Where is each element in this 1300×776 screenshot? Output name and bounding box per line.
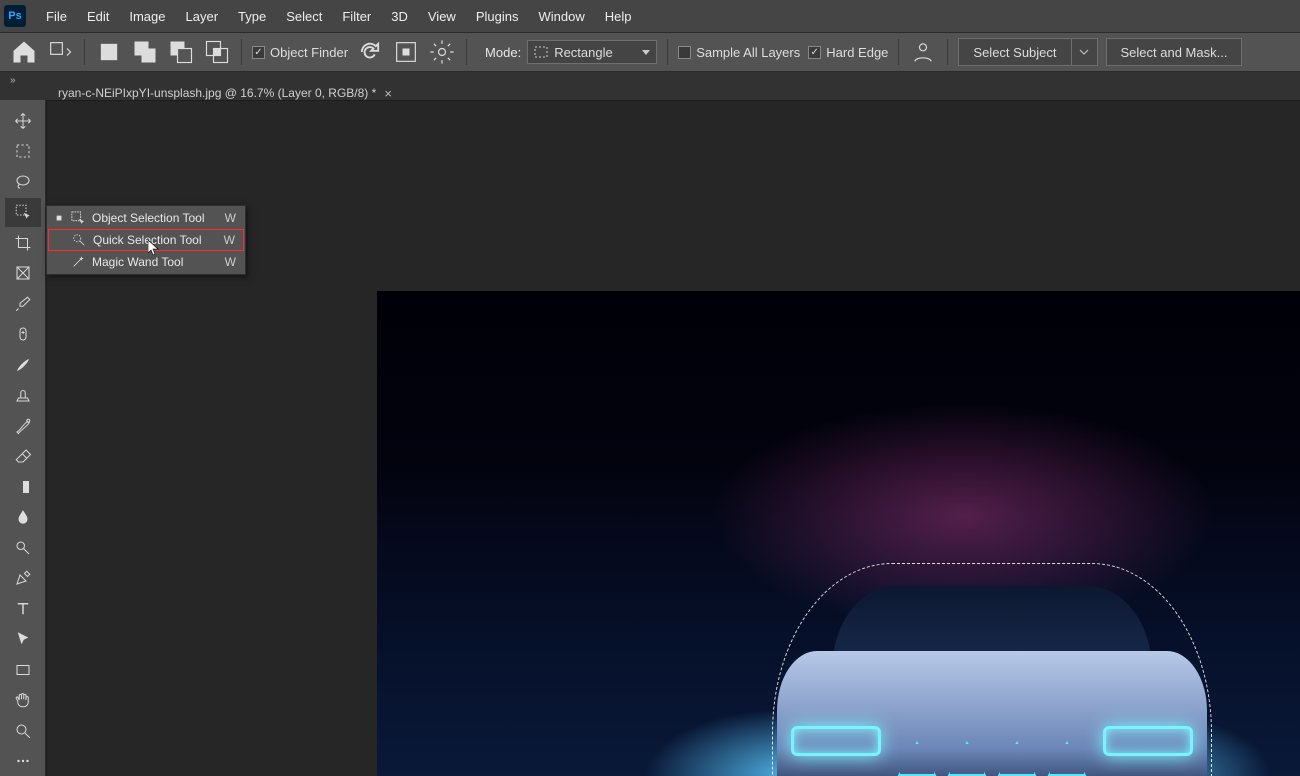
document-tab-title: ryan-c-NEiPIxpYI-unsplash.jpg @ 16.7% (L… bbox=[58, 86, 376, 100]
menu-window[interactable]: Window bbox=[528, 0, 594, 32]
eyedropper-tool[interactable] bbox=[5, 289, 41, 319]
flyout-item-shortcut: W bbox=[224, 233, 235, 247]
path-selection-tool[interactable] bbox=[5, 625, 41, 655]
show-overlay-icon[interactable] bbox=[392, 38, 420, 66]
flyout-quick-selection-tool[interactable]: Quick Selection Tool W bbox=[48, 229, 244, 251]
canvas-area[interactable] bbox=[46, 100, 1300, 776]
hard-edge-label: Hard Edge bbox=[826, 45, 888, 60]
object-selection-tool[interactable] bbox=[5, 198, 41, 228]
home-icon[interactable] bbox=[10, 38, 38, 66]
menubar: Ps File Edit Image Layer Type Select Fil… bbox=[0, 0, 1300, 32]
select-subject-button[interactable]: Select Subject bbox=[958, 38, 1071, 66]
separator bbox=[667, 39, 668, 65]
menu-select[interactable]: Select bbox=[276, 0, 332, 32]
checkbox-icon bbox=[808, 46, 821, 59]
app-logo-icon: Ps bbox=[4, 5, 26, 27]
blur-tool[interactable] bbox=[5, 503, 41, 533]
menu-view[interactable]: View bbox=[418, 0, 466, 32]
checkbox-icon bbox=[252, 46, 265, 59]
brush-tool[interactable] bbox=[5, 350, 41, 380]
menu-filter[interactable]: Filter bbox=[332, 0, 381, 32]
close-icon[interactable]: × bbox=[384, 86, 392, 101]
flyout-item-shortcut: W bbox=[225, 255, 236, 269]
object-finder-checkbox[interactable]: Object Finder bbox=[252, 45, 348, 60]
rectangle-shape-tool[interactable] bbox=[5, 655, 41, 685]
menu-type[interactable]: Type bbox=[228, 0, 276, 32]
menu-edit[interactable]: Edit bbox=[77, 0, 119, 32]
checkbox-icon bbox=[678, 46, 691, 59]
flyout-object-selection-tool[interactable]: ■ Object Selection Tool W bbox=[48, 207, 244, 229]
dodge-tool[interactable] bbox=[5, 533, 41, 563]
mode-select[interactable]: Rectangle bbox=[527, 40, 657, 64]
menu-3d[interactable]: 3D bbox=[381, 0, 418, 32]
type-tool[interactable] bbox=[5, 594, 41, 624]
object-selection-icon bbox=[70, 210, 86, 226]
menu-image[interactable]: Image bbox=[119, 0, 175, 32]
separator bbox=[241, 39, 242, 65]
separator bbox=[947, 39, 948, 65]
separator bbox=[84, 39, 85, 65]
select-subject-dropdown[interactable] bbox=[1072, 38, 1098, 66]
subtract-from-selection-icon[interactable] bbox=[167, 38, 195, 66]
tool-preset-icon[interactable] bbox=[46, 38, 74, 66]
magic-wand-icon bbox=[70, 254, 86, 270]
selection-marquee bbox=[772, 563, 1212, 776]
flyout-item-label: Magic Wand Tool bbox=[92, 255, 183, 269]
current-tool-marker-icon: ■ bbox=[54, 213, 64, 224]
menu-plugins[interactable]: Plugins bbox=[466, 0, 529, 32]
rectangular-marquee-tool[interactable] bbox=[5, 137, 41, 167]
move-tool[interactable] bbox=[5, 106, 41, 136]
tools-panel bbox=[0, 100, 46, 776]
hard-edge-checkbox[interactable]: Hard Edge bbox=[808, 45, 888, 60]
separator bbox=[466, 39, 467, 65]
hand-tool[interactable] bbox=[5, 686, 41, 716]
mouse-cursor-icon bbox=[148, 240, 160, 256]
eraser-tool[interactable] bbox=[5, 442, 41, 472]
refresh-icon[interactable] bbox=[356, 38, 384, 66]
clone-stamp-tool[interactable] bbox=[5, 381, 41, 411]
sample-all-layers-label: Sample All Layers bbox=[696, 45, 800, 60]
gradient-tool[interactable] bbox=[5, 472, 41, 502]
settings-gear-icon[interactable] bbox=[428, 38, 456, 66]
quick-selection-icon bbox=[71, 232, 87, 248]
history-brush-tool[interactable] bbox=[5, 411, 41, 441]
add-to-selection-icon[interactable] bbox=[131, 38, 159, 66]
document-image bbox=[377, 291, 1300, 776]
menu-help[interactable]: Help bbox=[595, 0, 642, 32]
sample-all-layers-checkbox[interactable]: Sample All Layers bbox=[678, 45, 800, 60]
pen-tool[interactable] bbox=[5, 564, 41, 594]
mode-label: Mode: bbox=[485, 45, 521, 60]
flyout-item-shortcut: W bbox=[225, 211, 236, 225]
separator bbox=[898, 39, 899, 65]
frame-tool[interactable] bbox=[5, 259, 41, 289]
options-bar: Object Finder Mode: Rectangle Sample All… bbox=[0, 32, 1300, 72]
zoom-tool[interactable] bbox=[5, 716, 41, 746]
menu-file[interactable]: File bbox=[36, 0, 77, 32]
crop-tool[interactable] bbox=[5, 228, 41, 258]
flyout-item-label: Object Selection Tool bbox=[92, 211, 205, 225]
tool-flyout-menu: ■ Object Selection Tool W Quick Selectio… bbox=[46, 205, 246, 275]
menu-layer[interactable]: Layer bbox=[176, 0, 229, 32]
edit-toolbar[interactable] bbox=[5, 747, 41, 776]
lasso-tool[interactable] bbox=[5, 167, 41, 197]
object-finder-label: Object Finder bbox=[270, 45, 348, 60]
healing-brush-tool[interactable] bbox=[5, 320, 41, 350]
new-selection-icon[interactable] bbox=[95, 38, 123, 66]
select-and-mask-button[interactable]: Select and Mask... bbox=[1106, 38, 1243, 66]
intersect-selection-icon[interactable] bbox=[203, 38, 231, 66]
mode-value: Rectangle bbox=[554, 45, 613, 60]
select-people-icon[interactable] bbox=[909, 38, 937, 66]
flyout-magic-wand-tool[interactable]: Magic Wand Tool W bbox=[48, 251, 244, 273]
